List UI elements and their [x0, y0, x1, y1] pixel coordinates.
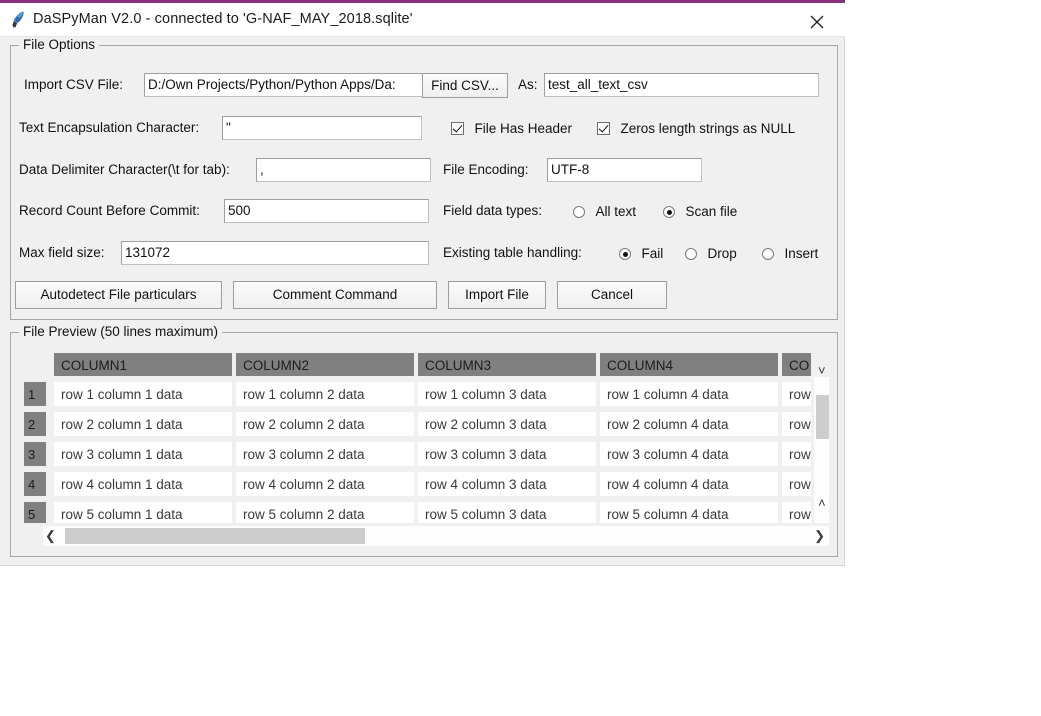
max-field-size-label: Max field size: [19, 245, 105, 260]
table-cell[interactable]: row 5 column 1 data [53, 501, 233, 523]
preview-table-area: COLUMN1 COLUMN2 COLUMN3 COLUMN4 CO 1 row… [19, 350, 829, 548]
vertical-scrollbar[interactable]: ˅ ˅ [814, 363, 829, 523]
horizontal-scrollbar[interactable]: ❮ ❯ [43, 526, 829, 546]
table-cell[interactable]: row 3 column 2 data [235, 441, 415, 467]
zero-length-null-checkbox[interactable]: Zeros length strings as NULL [597, 120, 795, 138]
row-number[interactable]: 4 [23, 471, 47, 497]
preview-grid: COLUMN1 COLUMN2 COLUMN3 COLUMN4 CO 1 row… [19, 350, 811, 523]
field-data-types-label: Field data types: [443, 203, 543, 218]
text-encapsulation-input[interactable]: " [222, 116, 422, 140]
as-input[interactable]: test_all_text_csv [544, 73, 819, 97]
file-options-group: File Options Import CSV File: D:/Own Pro… [10, 37, 838, 320]
feather-pen-icon [9, 10, 27, 30]
column-header[interactable]: COLUMN4 [599, 352, 779, 377]
radio-drop[interactable]: Drop [685, 245, 737, 263]
column-header[interactable]: COLUMN2 [235, 352, 415, 377]
as-label: As: [518, 77, 538, 92]
table-cell[interactable]: row 3 column 4 data [599, 441, 779, 467]
file-options-title: File Options [19, 37, 100, 52]
cancel-button[interactable]: Cancel [557, 281, 667, 309]
table-cell[interactable]: row [781, 411, 811, 437]
radio-glyph [663, 206, 675, 218]
table-cell[interactable]: row 5 column 2 data [235, 501, 415, 523]
row-number[interactable]: 1 [23, 381, 47, 407]
vertical-scrollbar-thumb[interactable] [816, 395, 829, 439]
radio-scan-file[interactable]: Scan file [663, 203, 737, 221]
radio-all-text-label: All text [595, 204, 636, 219]
table-cell[interactable]: row 1 column 2 data [235, 381, 415, 407]
radio-drop-label: Drop [707, 246, 737, 261]
chevron-left-icon[interactable]: ❮ [45, 528, 56, 544]
table-cell[interactable]: row 4 column 4 data [599, 471, 779, 497]
radio-scan-file-label: Scan file [685, 204, 738, 219]
table-cell[interactable]: row 5 column 3 data [417, 501, 597, 523]
table-cell[interactable]: row 3 column 1 data [53, 441, 233, 467]
table-cell[interactable]: row 3 column 3 data [417, 441, 597, 467]
row-number[interactable]: 2 [23, 411, 47, 437]
close-button[interactable] [797, 7, 837, 35]
application-window: DaSPyMan V2.0 - connected to 'G-NAF_MAY_… [0, 0, 845, 566]
checkbox-glyph [597, 122, 610, 135]
radio-insert[interactable]: Insert [762, 245, 818, 263]
radio-fail-label: Fail [641, 246, 664, 261]
radio-glyph [573, 206, 585, 218]
chevron-up-icon[interactable]: ˅ [818, 363, 826, 378]
table-cell[interactable]: row 4 column 1 data [53, 471, 233, 497]
table-cell[interactable]: row 4 column 3 data [417, 471, 597, 497]
delimiter-label: Data Delimiter Character(\t for tab): [19, 162, 230, 177]
radio-glyph [685, 248, 697, 260]
radio-all-text[interactable]: All text [573, 203, 636, 221]
file-has-header-checkbox[interactable]: File Has Header [451, 120, 572, 138]
radio-insert-label: Insert [784, 246, 819, 261]
radio-glyph [762, 248, 774, 260]
table-cell[interactable]: row 1 column 4 data [599, 381, 779, 407]
radio-fail[interactable]: Fail [619, 245, 663, 263]
column-header[interactable]: COLUMN1 [53, 352, 233, 377]
row-number[interactable]: 3 [23, 441, 47, 467]
table-cell[interactable]: row [781, 441, 811, 467]
delimiter-input[interactable]: , [256, 158, 431, 182]
table-cell[interactable]: row 2 column 4 data [599, 411, 779, 437]
table-cell[interactable]: row 1 column 1 data [53, 381, 233, 407]
max-field-size-input[interactable]: 131072 [121, 241, 429, 265]
table-cell[interactable]: row 4 column 2 data [235, 471, 415, 497]
row-number[interactable]: 5 [23, 501, 47, 523]
file-preview-group: File Preview (50 lines maximum) COLUMN1 … [10, 324, 838, 557]
zero-length-null-label: Zeros length strings as NULL [620, 121, 796, 136]
import-file-button[interactable]: Import File [448, 281, 546, 309]
import-csv-input[interactable]: D:/Own Projects/Python/Python Apps/Da: [144, 73, 434, 97]
chevron-right-icon[interactable]: ❯ [814, 528, 825, 544]
table-cell[interactable]: row 2 column 3 data [417, 411, 597, 437]
table-cell[interactable]: row 2 column 1 data [53, 411, 233, 437]
record-count-input[interactable]: 500 [224, 199, 429, 223]
window-title: DaSPyMan V2.0 - connected to 'G-NAF_MAY_… [33, 11, 413, 27]
comment-command-button[interactable]: Comment Command [233, 281, 437, 309]
file-encoding-input[interactable]: UTF-8 [547, 158, 702, 182]
existing-table-label: Existing table handling: [443, 245, 582, 260]
file-preview-title: File Preview (50 lines maximum) [19, 324, 223, 339]
text-encapsulation-label: Text Encapsulation Character: [19, 120, 200, 135]
chevron-down-icon[interactable]: ˅ [818, 495, 826, 510]
column-header[interactable]: COLUMN3 [417, 352, 597, 377]
import-csv-label: Import CSV File: [24, 77, 124, 92]
file-encoding-label: File Encoding: [443, 162, 529, 177]
radio-glyph [619, 248, 631, 260]
find-csv-button[interactable]: Find CSV... [422, 73, 508, 98]
horizontal-scrollbar-thumb[interactable] [65, 528, 365, 544]
checkbox-glyph [451, 122, 464, 135]
table-cell[interactable]: row 2 column 2 data [235, 411, 415, 437]
record-count-label: Record Count Before Commit: [19, 203, 200, 218]
title-bar: DaSPyMan V2.0 - connected to 'G-NAF_MAY_… [0, 3, 845, 37]
table-cell[interactable]: row [781, 471, 811, 497]
close-icon [810, 15, 824, 29]
table-cell[interactable]: row [781, 381, 811, 407]
table-cell[interactable]: row 5 column 4 data [599, 501, 779, 523]
file-has-header-label: File Has Header [474, 121, 572, 136]
column-header[interactable]: CO [781, 352, 811, 377]
table-cell[interactable]: row 1 column 3 data [417, 381, 597, 407]
table-cell[interactable]: row [781, 501, 811, 523]
autodetect-button[interactable]: Autodetect File particulars [15, 281, 222, 309]
